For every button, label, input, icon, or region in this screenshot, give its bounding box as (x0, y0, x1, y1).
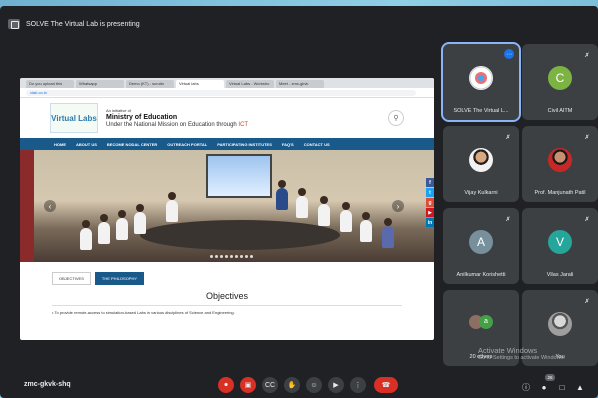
presenting-banner: SOLVE The Virtual Lab is presenting (8, 16, 140, 32)
emoji-icon[interactable]: ☺ (306, 377, 322, 393)
nav-item-home[interactable]: HOME (54, 142, 66, 147)
browser-url-bar: vlab.co.in (20, 88, 434, 98)
mission-prefix: Under the National Mission on Education … (106, 122, 237, 128)
others-avatars: a (463, 310, 499, 334)
nav-item-about[interactable]: ABOUT US (76, 142, 97, 147)
carousel-next-icon[interactable]: › (392, 200, 404, 212)
mic-off-icon: ✗ (505, 216, 511, 223)
participant-tile[interactable]: ✗ Vijay Kulkarni (443, 126, 519, 202)
carousel-dots (210, 255, 253, 258)
people-icon[interactable]: ● (538, 381, 550, 393)
browser-tab[interactable]: Virtual Labs - Worksho (226, 80, 274, 88)
mic-off-icon: ✗ (584, 134, 590, 141)
carousel-prev-icon[interactable]: ‹ (44, 200, 56, 212)
objectives-title: Objectives (205, 291, 249, 301)
bottom-control-bar: zmc-gkvk-shq ⚫ ▣ CC ✋ ☺ ▶ ⋮ ☎ ⓘ ● 26 □ ▲ (0, 371, 598, 398)
avatar: A (469, 230, 493, 254)
participant-name: Vijay Kulkarni (464, 190, 498, 196)
virtual-labs-logo[interactable]: Virtual Labs (50, 103, 98, 133)
mic-off-icon: ✗ (584, 216, 590, 223)
chat-icon[interactable]: □ (556, 381, 568, 393)
avatar: V (548, 230, 572, 254)
watermark-title: Activate Windows (478, 346, 538, 355)
present-screen-icon (8, 19, 20, 29)
mic-off-icon: ✗ (505, 134, 511, 141)
site-nav: HOME ABOUT US BECOME NODAL CENTER OUTREA… (20, 138, 434, 150)
social-bar: f t g ▶ in (426, 178, 434, 227)
activities-icon[interactable]: ▲ (574, 381, 586, 393)
meeting-code: zmc-gkvk-shq (24, 381, 71, 388)
nav-item-institutes[interactable]: PARTICIPATING INSTITUTES (217, 142, 272, 147)
ministry-text: Ministry of Education (106, 114, 178, 121)
objective-item: • To provide remote-access to simulation… (52, 310, 235, 315)
mic-off-icon: ✗ (584, 298, 590, 305)
browser-tab[interactable]: Demo (KT) - scrutin (126, 80, 174, 88)
participant-name: Prof. Manjunath Patil (534, 190, 586, 196)
search-icon[interactable]: ⚲ (388, 110, 404, 126)
info-icon[interactable]: ⓘ (520, 381, 532, 393)
org-info: An initiative of Ministry of Education U… (106, 108, 248, 128)
more-options-icon[interactable]: ⋯ (504, 49, 514, 59)
facebook-icon[interactable]: f (426, 178, 434, 187)
mic-off-icon: ✗ (584, 52, 590, 59)
captions-icon[interactable]: CC (262, 377, 278, 393)
browser-tabs: Do you upload this Whatsapp Demo (KT) - … (20, 78, 434, 88)
nav-item-faqs[interactable]: FAQ'S (282, 142, 294, 147)
camera-off-icon[interactable]: ▣ (240, 377, 256, 393)
more-options-icon[interactable]: ⋮ (350, 377, 366, 393)
solve-logo-icon (469, 66, 493, 90)
activate-windows-watermark: Activate Windows Go to Settings to activ… (478, 346, 565, 361)
nav-item-nodal[interactable]: BECOME NODAL CENTER (107, 142, 157, 147)
initiative-text: An initiative of (106, 108, 131, 113)
participant-name: Civil AITM (547, 108, 573, 114)
end-call-icon[interactable]: ☎ (374, 377, 398, 393)
browser-tab-active[interactable]: Virtual labs (176, 80, 224, 88)
tab-philosophy[interactable]: THE PHILOSOPHY (94, 272, 145, 285)
avatar (469, 66, 493, 90)
participant-tile[interactable]: ✗ A Anilkumar Korishetti (443, 208, 519, 284)
google-plus-icon[interactable]: g (426, 198, 434, 207)
raise-hand-icon[interactable]: ✋ (284, 377, 300, 393)
participant-tile[interactable]: ✗ C Civil AITM (522, 44, 598, 120)
nav-item-outreach[interactable]: OUTREACH PORTAL (167, 142, 207, 147)
mission-text: Under the National Mission on Education … (106, 122, 248, 128)
participant-tile[interactable]: ⋯ SOLVE The Virtual L... (441, 42, 521, 122)
present-icon[interactable]: ▶ (328, 377, 344, 393)
browser-tab[interactable]: Meet - zmc-gkvk (276, 80, 324, 88)
participant-name: Anilkumar Korishetti (456, 272, 506, 278)
linkedin-icon[interactable]: in (426, 218, 434, 227)
watermark-subtitle: Go to Settings to activate Windows. (478, 355, 565, 361)
mic-off-icon[interactable]: ⚫ (218, 377, 234, 393)
site-header: Virtual Labs An initiative of Ministry o… (20, 98, 434, 138)
meet-window: SOLVE The Virtual Lab is presenting Do y… (0, 6, 598, 398)
divider (52, 305, 402, 306)
participant-tile[interactable]: ✗ Prof. Manjunath Patil (522, 126, 598, 202)
participant-name: Vilas Jarali (546, 272, 574, 278)
tab-objectives[interactable]: OBJECTIVES (52, 272, 91, 285)
avatar: C (548, 66, 572, 90)
participant-tile[interactable]: ✗ V Vilas Jarali (522, 208, 598, 284)
site-tabs: OBJECTIVES THE PHILOSOPHY (20, 262, 434, 285)
avatar (548, 312, 572, 336)
browser-tab[interactable]: Whatsapp (76, 80, 124, 88)
presenting-text: SOLVE The Virtual Lab is presenting (26, 20, 140, 28)
participant-count-badge: 26 (545, 374, 555, 381)
youtube-icon[interactable]: ▶ (426, 208, 434, 217)
mission-highlight: ICT (238, 122, 249, 128)
projector-screen (206, 154, 272, 198)
twitter-icon[interactable]: t (426, 188, 434, 197)
meeting-table (140, 220, 340, 250)
url-field[interactable]: vlab.co.in (26, 89, 416, 96)
participant-name: SOLVE The Virtual L... (453, 108, 509, 114)
avatar (469, 148, 493, 172)
browser-tab[interactable]: Do you upload this (26, 80, 74, 88)
shared-screen: Do you upload this Whatsapp Demo (KT) - … (20, 78, 434, 340)
avatar (548, 148, 572, 172)
hero-carousel: ‹ › f t g ▶ in (20, 150, 434, 262)
nav-item-contact[interactable]: CONTACT US (304, 142, 330, 147)
